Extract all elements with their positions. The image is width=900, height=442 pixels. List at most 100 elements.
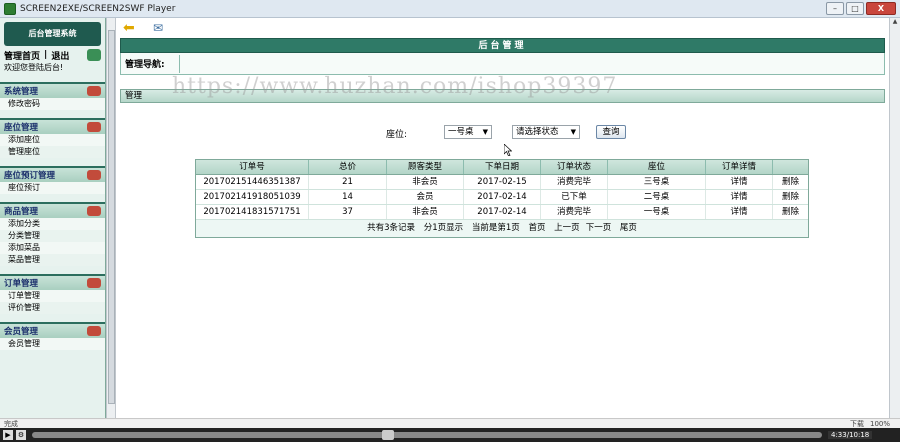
download-label[interactable]: 下载: [850, 419, 864, 429]
pager-first[interactable]: 首页: [528, 223, 545, 233]
cell-customer-type: 非会员: [387, 175, 464, 189]
sidebar-scrollbar[interactable]: [106, 18, 116, 418]
minimize-button[interactable]: –: [826, 2, 844, 15]
menu-title-orders[interactable]: 订单管理: [0, 274, 105, 290]
settings-icon[interactable]: [87, 49, 101, 61]
dropdown-arrow-icon: ▼: [570, 128, 576, 136]
menu-title-system[interactable]: 系统管理: [0, 82, 105, 98]
menu-item-manage-orders[interactable]: 订单管理: [0, 290, 105, 302]
menu-group-seat: 座位管理 添加座位 管理座位: [0, 118, 105, 158]
delete-link[interactable]: 删除: [773, 175, 808, 189]
cell-total: 21: [309, 175, 387, 189]
menu-item-manage-members[interactable]: 会员管理: [0, 338, 105, 350]
menu-item-add-dish[interactable]: 添加菜品: [0, 242, 105, 254]
cell-status: 已下单: [541, 190, 608, 204]
admin-nav: 管理导航:: [120, 53, 885, 75]
pager-last[interactable]: 尾页: [620, 223, 637, 233]
window-title: SCREEN2EXE/SCREEN2SWF Player: [20, 3, 176, 14]
group-icon: [87, 206, 101, 216]
menu-item-manage-dish[interactable]: 菜品管理: [0, 254, 105, 266]
cell-order-date: 2017-02-14: [464, 190, 541, 204]
menu-item-manage-category[interactable]: 分类管理: [0, 230, 105, 242]
page-header: 后台管理: [120, 38, 885, 53]
sidebar: 后台管理系统 管理首页 | 退出 欢迎您登陆后台! 系统管理 修改密码 座位管理…: [0, 18, 106, 418]
cell-order-date: 2017-02-15: [464, 175, 541, 189]
pager-total: 共有3条记录: [367, 223, 415, 233]
cell-order-id: 201702141918051039: [196, 190, 309, 204]
menu-item-reserve-seat[interactable]: 座位预订: [0, 182, 105, 194]
menu-item-change-password[interactable]: 修改密码: [0, 98, 105, 110]
cell-status: 消费完毕: [541, 205, 608, 219]
col-customer-type: 顾客类型: [387, 160, 464, 174]
menu-title-seat[interactable]: 座位管理: [0, 118, 105, 134]
menu-item-manage-seat[interactable]: 管理座位: [0, 146, 105, 158]
back-arrow-icon[interactable]: ⬅: [123, 21, 139, 35]
pagination: 共有3条记录 分1页显示 当前是第1页 首页 上一页 下一页 尾页: [196, 220, 808, 237]
group-icon: [87, 326, 101, 336]
sidebar-user-links: 管理首页 | 退出: [0, 48, 105, 62]
settings-icon[interactable]: ⚙: [16, 430, 26, 440]
cell-order-id: 201702151446351387: [196, 175, 309, 189]
details-link[interactable]: 详情: [706, 205, 773, 219]
menu-group-members: 会员管理 会员管理: [0, 322, 105, 350]
dropdown-arrow-icon: ▼: [482, 128, 488, 136]
table-row: 201702141831571751 37 非会员 2017-02-14 消费完…: [196, 205, 808, 220]
col-seat: 座位: [608, 160, 706, 174]
query-button[interactable]: 查询: [596, 125, 626, 139]
nav-label: 管理导航:: [125, 60, 165, 70]
cell-seat: 三号桌: [608, 175, 706, 189]
menu-title-goods[interactable]: 商品管理: [0, 202, 105, 218]
slider-knob[interactable]: [382, 430, 394, 440]
details-link[interactable]: 详情: [706, 175, 773, 189]
menu-group-goods: 商品管理 添加分类 分类管理 添加菜品 菜品管理: [0, 202, 105, 266]
logout-link[interactable]: 退出: [51, 49, 69, 62]
cell-order-id: 201702141831571751: [196, 205, 309, 219]
delete-link[interactable]: 删除: [773, 205, 808, 219]
seat-select[interactable]: 一号桌 ▼: [444, 125, 492, 139]
toolbar: ⬅ ✉: [117, 18, 889, 38]
cell-order-date: 2017-02-14: [464, 205, 541, 219]
menu-item-add-category[interactable]: 添加分类: [0, 218, 105, 230]
col-actions: [773, 160, 808, 174]
cell-status: 消费完毕: [541, 175, 608, 189]
group-icon: [87, 278, 101, 288]
menu-group-system: 系统管理 修改密码: [0, 82, 105, 110]
main-scrollbar[interactable]: ▲: [889, 18, 900, 418]
menu-item-manage-reviews[interactable]: 评价管理: [0, 302, 105, 314]
cell-seat: 一号桌: [608, 205, 706, 219]
scrollbar-thumb[interactable]: [108, 30, 115, 404]
watermark-text: https://www.huzhan.com/ishop39397: [172, 74, 618, 99]
close-button[interactable]: X: [866, 2, 896, 15]
zoom-level[interactable]: 100%: [870, 420, 890, 428]
pager-prev[interactable]: 上一页: [554, 223, 580, 233]
col-order-date: 下单日期: [464, 160, 541, 174]
menu-title-members[interactable]: 会员管理: [0, 322, 105, 338]
table-row: 201702141918051039 14 会员 2017-02-14 已下单 …: [196, 190, 808, 205]
table-header: 订单号 总价 顾客类型 下单日期 订单状态 座位 订单详情: [196, 160, 808, 175]
cell-customer-type: 非会员: [387, 205, 464, 219]
playback-time: 4:33/10:18: [828, 431, 873, 439]
details-link[interactable]: 详情: [706, 190, 773, 204]
progress-slider[interactable]: [32, 430, 822, 440]
window-titlebar: SCREEN2EXE/SCREEN2SWF Player – □ X: [0, 0, 900, 18]
menu-group-reservation: 座位预订管理 座位预订: [0, 166, 105, 194]
cell-total: 14: [309, 190, 387, 204]
welcome-text: 欢迎您登陆后台!: [4, 63, 64, 72]
cell-seat: 二号桌: [608, 190, 706, 204]
home-link[interactable]: 管理首页: [4, 49, 40, 62]
delete-link[interactable]: 删除: [773, 190, 808, 204]
message-icon[interactable]: ✉: [153, 22, 171, 34]
status-text: 完成: [4, 419, 18, 428]
group-icon: [87, 86, 101, 96]
pager-next[interactable]: 下一页: [586, 223, 612, 233]
app-icon: [4, 2, 16, 15]
menu-item-add-seat[interactable]: 添加座位: [0, 134, 105, 146]
maximize-button[interactable]: □: [846, 2, 864, 15]
play-icon[interactable]: ▶: [3, 430, 13, 440]
col-status: 订单状态: [541, 160, 608, 174]
menu-title-reservation[interactable]: 座位预订管理: [0, 166, 105, 182]
cell-total: 37: [309, 205, 387, 219]
status-select[interactable]: 请选择状态 ▼: [512, 125, 580, 139]
col-details: 订单详情: [706, 160, 773, 174]
scroll-up-icon[interactable]: ▲: [890, 18, 900, 29]
